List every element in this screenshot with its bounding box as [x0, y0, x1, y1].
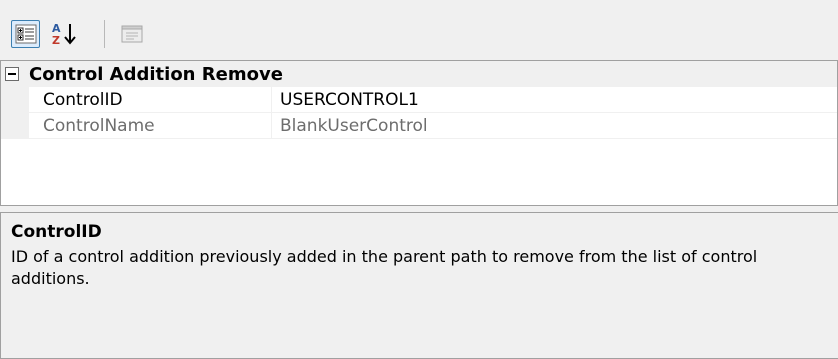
- property-value[interactable]: USERCONTROL1: [280, 90, 419, 110]
- help-panel: ControlID ID of a control addition previ…: [0, 212, 838, 359]
- categorized-view-button[interactable]: [11, 20, 40, 48]
- help-description: ID of a control addition previously adde…: [11, 247, 758, 288]
- row-margin: [1, 113, 29, 138]
- categorized-list-icon: [15, 24, 36, 44]
- category-row[interactable]: Control Addition Remove: [1, 61, 837, 87]
- property-name: ControlName: [43, 116, 155, 136]
- property-name: ControlID: [43, 90, 123, 110]
- collapse-icon[interactable]: [5, 67, 19, 81]
- help-title: ControlID: [11, 222, 102, 242]
- property-grid-toolbar: A Z: [0, 0, 838, 60]
- property-pages-icon: [121, 25, 143, 43]
- row-margin: [1, 87, 29, 112]
- property-grid: Control Addition Remove ControlID USERCO…: [0, 60, 838, 206]
- category-label: Control Addition Remove: [29, 64, 283, 85]
- toolbar-separator: [104, 20, 105, 48]
- sort-az-icon: A Z: [52, 22, 76, 47]
- property-row-controlname[interactable]: ControlName BlankUserControl: [1, 113, 837, 139]
- svg-text:Z: Z: [52, 34, 60, 47]
- property-pages-button[interactable]: [116, 20, 148, 48]
- property-value: BlankUserControl: [280, 116, 428, 136]
- property-row-controlid[interactable]: ControlID USERCONTROL1: [1, 87, 837, 113]
- column-divider[interactable]: [271, 87, 272, 112]
- column-divider[interactable]: [271, 113, 272, 138]
- alphabetical-sort-button[interactable]: A Z: [48, 20, 82, 48]
